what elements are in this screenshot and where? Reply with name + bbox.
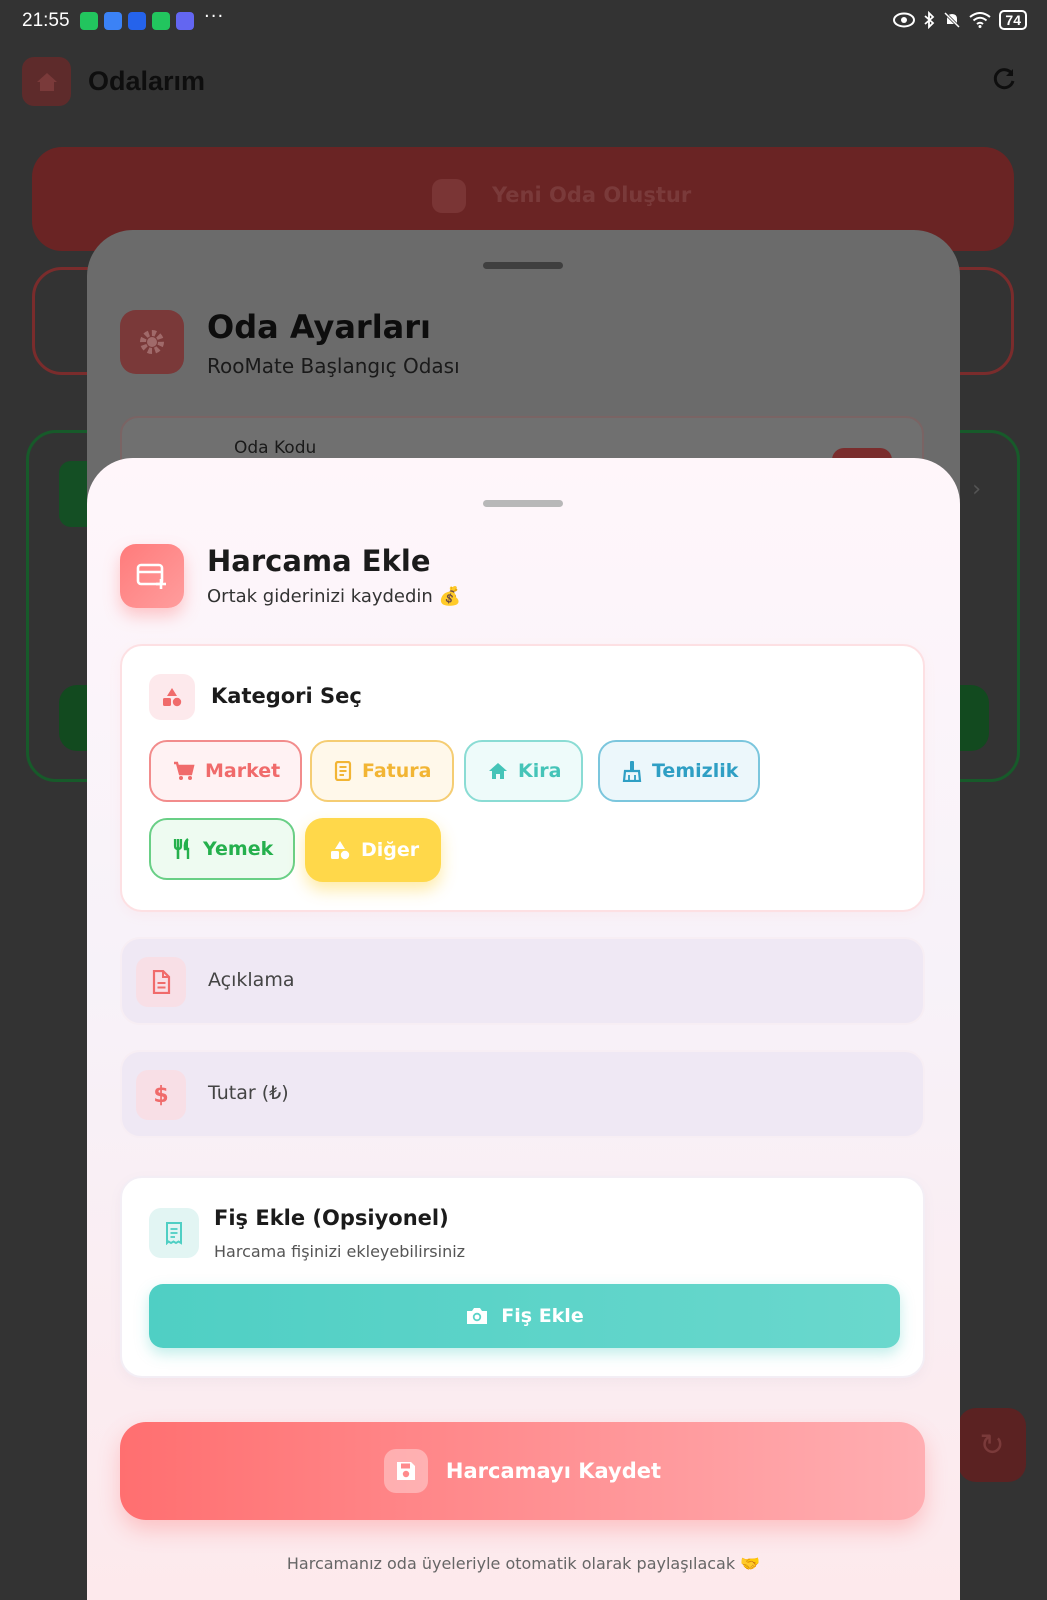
chip-label: Kira [518, 760, 562, 782]
description-field[interactable]: Açıklama [120, 937, 925, 1025]
eye-icon [893, 12, 916, 28]
receipt-title: Fiş Ekle (Opsiyonel) [214, 1206, 449, 1230]
status-bar: 21:55 ··· 74 [0, 0, 1047, 44]
amount-placeholder: Tutar (₺) [208, 1082, 289, 1104]
shapes-icon [331, 841, 350, 860]
broom-icon [622, 761, 642, 782]
document-icon [136, 957, 186, 1007]
category-title: Kategori Seç [211, 684, 362, 708]
room-settings-title: Oda Ayarları [207, 308, 432, 346]
refresh-icon[interactable] [991, 66, 1017, 99]
room-settings-subtitle: RooMate Başlangıç Odası [207, 354, 460, 378]
add-home-icon [432, 179, 466, 213]
refresh-fab: ↻ [958, 1408, 1026, 1482]
category-chip-temizlik[interactable]: Temizlik [598, 740, 761, 802]
fork-knife-icon [173, 838, 190, 859]
app-notification-icon [152, 12, 170, 30]
bluetooth-icon [924, 11, 935, 29]
chip-label: Market [205, 760, 281, 782]
category-chip-yemek[interactable]: Yemek [149, 818, 296, 880]
add-receipt-button[interactable]: Fiş Ekle [149, 1284, 900, 1348]
save-expense-button[interactable]: Harcamayı Kaydet [120, 1422, 925, 1520]
card-add-icon [120, 544, 184, 608]
save-expense-label: Harcamayı Kaydet [445, 1459, 662, 1483]
sheet-title: Harcama Ekle [207, 544, 431, 578]
category-chip-fatura[interactable]: Fatura [310, 740, 454, 802]
receipt-subtitle: Harcama fişinizi ekleyebilirsiniz [214, 1242, 466, 1261]
sheet-subtitle: Ortak giderinizi kaydedin 💰 [207, 586, 461, 607]
bell-muted-icon [944, 11, 961, 29]
app-notification-icon [128, 12, 146, 30]
chevron-right-icon: › [972, 477, 981, 502]
app-notification-icon [104, 12, 122, 30]
more-notifications-icon: ··· [204, 6, 225, 27]
notification-icons [80, 12, 194, 30]
add-receipt-label: Fiş Ekle [501, 1305, 584, 1327]
floppy-disk-icon [383, 1449, 428, 1493]
dollar-icon: $ [136, 1070, 186, 1120]
category-chip-market[interactable]: Market [149, 740, 303, 802]
category-card: Kategori Seç Market Fatura Kira Temizlik… [120, 644, 925, 912]
gear-icon [120, 310, 184, 374]
app-notification-icon [80, 12, 98, 30]
cart-icon [174, 761, 195, 780]
category-chip-diger[interactable]: Diğer [305, 818, 442, 882]
home-icon [22, 57, 71, 106]
page-title: Odalarım [88, 66, 206, 96]
sheet-handle [483, 262, 563, 269]
receipt-icon [334, 761, 352, 781]
amount-field[interactable]: $ Tutar (₺) [120, 1050, 925, 1138]
create-room-label: Yeni Oda Oluştur [492, 183, 692, 207]
category-icon [149, 674, 195, 720]
status-time: 21:55 [22, 10, 70, 31]
battery-level: 74 [999, 10, 1027, 30]
system-icons: 74 [893, 10, 1027, 30]
sheet-handle[interactable] [483, 500, 563, 507]
chip-label: Temizlik [652, 760, 739, 782]
home-icon [489, 763, 507, 779]
receipt-icon [149, 1208, 199, 1258]
camera-icon [467, 1308, 488, 1324]
chip-label: Fatura [362, 760, 432, 782]
description-placeholder: Açıklama [208, 969, 295, 991]
app-bar: Odalarım [0, 44, 1047, 120]
chip-label: Diğer [361, 839, 420, 861]
category-chip-kira[interactable]: Kira [464, 740, 584, 802]
app-notification-icon [176, 12, 194, 30]
share-note: Harcamanız oda üyeleriyle otomatik olara… [286, 1554, 761, 1573]
receipt-card: Fiş Ekle (Opsiyonel) Harcama fişinizi ek… [120, 1176, 925, 1378]
room-code-label: Oda Kodu [234, 438, 317, 458]
add-expense-sheet: Harcama Ekle Ortak giderinizi kaydedin 💰… [87, 458, 960, 1600]
wifi-icon [969, 12, 992, 28]
chip-label: Yemek [203, 838, 274, 860]
